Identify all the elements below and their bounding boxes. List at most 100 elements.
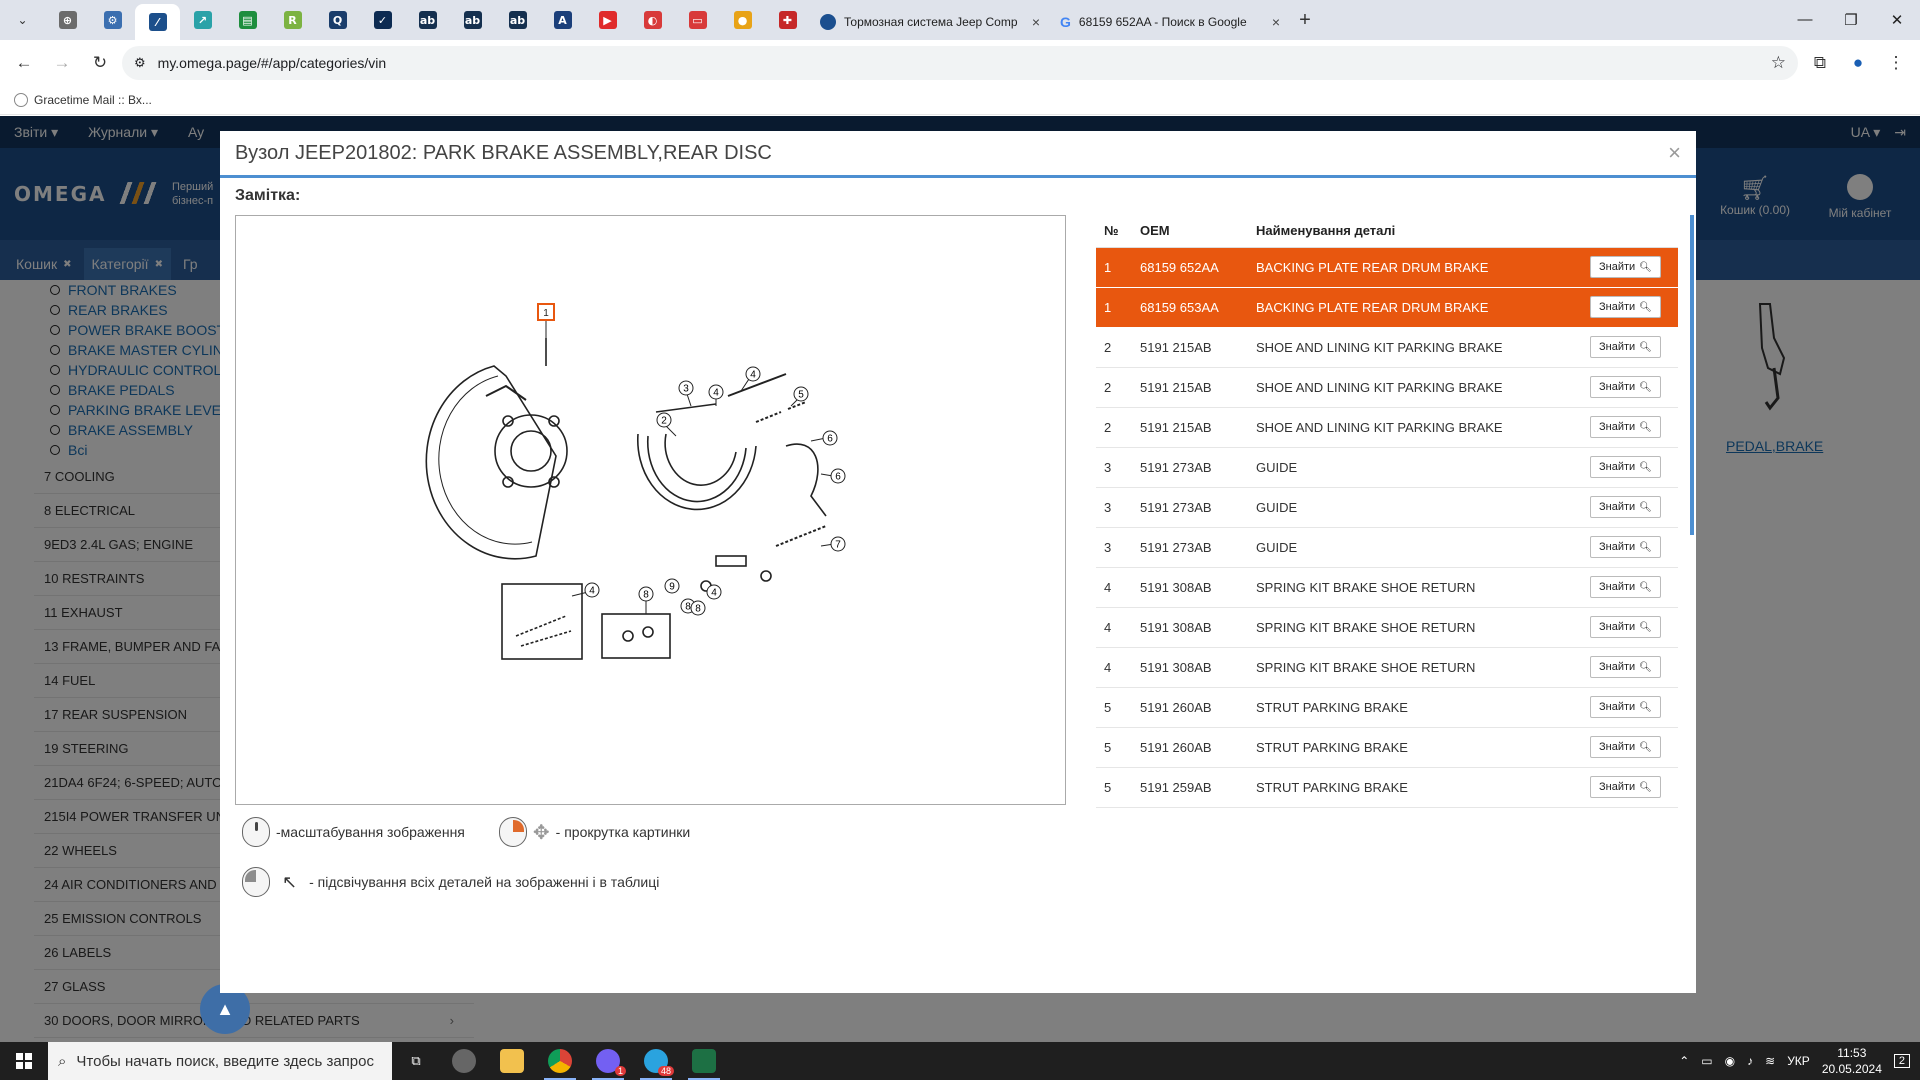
- pinned-tab[interactable]: ab: [495, 0, 540, 40]
- browser-tab[interactable]: Тормозная система Jeep Comp ×: [810, 4, 1050, 40]
- notifications-button[interactable]: 2: [1893, 1054, 1910, 1068]
- find-button[interactable]: Знайти 🔍︎: [1590, 296, 1661, 318]
- pinned-tab[interactable]: ⚙: [90, 0, 135, 40]
- network-icon[interactable]: ◉: [1725, 1054, 1735, 1068]
- taskbar-search[interactable]: ⌕ Чтобы начать поиск, введите здесь запр…: [48, 1042, 392, 1080]
- forward-button[interactable]: →: [46, 47, 78, 79]
- modal-scrollbar[interactable]: [1690, 215, 1694, 535]
- new-tab-button[interactable]: +: [1290, 9, 1320, 32]
- table-row[interactable]: 3 5191 273AB GUIDE Знайти 🔍︎: [1096, 447, 1678, 488]
- profile-icon[interactable]: ●: [1842, 47, 1874, 79]
- clock[interactable]: 11:53 20.05.2024: [1822, 1045, 1882, 1077]
- browser-tab[interactable]: G 68159 652AA - Поиск в Google ×: [1050, 4, 1290, 40]
- battery-icon[interactable]: ▭: [1701, 1054, 1712, 1068]
- modal-close-button[interactable]: ×: [1668, 140, 1681, 166]
- table-row[interactable]: 4 5191 308AB SPRING KIT BRAKE SHOE RETURN З…: [1096, 647, 1678, 688]
- backing-plate-drawing[interactable]: [425, 338, 568, 560]
- table-row[interactable]: 2 5191 215AB SHOE AND LINING KIT PARKING B…: [1096, 367, 1678, 408]
- callout-label[interactable]: 6: [835, 472, 841, 483]
- callout-label[interactable]: 6: [827, 434, 833, 445]
- bookmark-item[interactable]: Gracetime Mail :: Вх...: [34, 93, 152, 107]
- find-button[interactable]: Знайти 🔍︎: [1590, 616, 1661, 638]
- wifi-icon[interactable]: ≋: [1765, 1054, 1775, 1068]
- callout-label[interactable]: 4: [750, 370, 756, 381]
- close-icon[interactable]: ×: [1032, 14, 1040, 30]
- callout-label[interactable]: 4: [713, 388, 719, 399]
- find-button[interactable]: Знайти 🔍︎: [1590, 336, 1661, 358]
- pinned-tab[interactable]: ab: [450, 0, 495, 40]
- table-row[interactable]: 5 5191 260AB STRUT PARKING BRAKE Знайти 🔍︎: [1096, 727, 1678, 768]
- table-row[interactable]: 5 5191 259AB STRUT PARKING BRAKE Знайти 🔍︎: [1096, 767, 1678, 808]
- close-icon[interactable]: ×: [1272, 14, 1280, 30]
- language-indicator[interactable]: УКР: [1787, 1054, 1810, 1068]
- find-button[interactable]: Знайти 🔍︎: [1590, 496, 1661, 518]
- table-row[interactable]: 4 5191 308AB SPRING KIT BRAKE SHOE RETURN З…: [1096, 567, 1678, 608]
- table-row[interactable]: 3 5191 273AB GUIDE Знайти 🔍︎: [1096, 487, 1678, 528]
- callout-label[interactable]: 8: [685, 602, 691, 613]
- table-row-highlighted[interactable]: 1 68159 653AA BACKING PLATE REAR DRUM BRAK…: [1096, 287, 1678, 328]
- tray-chevron-icon[interactable]: ⌃: [1679, 1054, 1689, 1068]
- pinned-tab[interactable]: R: [270, 0, 315, 40]
- callout-label[interactable]: 8: [643, 590, 649, 601]
- table-row[interactable]: 2 5191 215AB SHOE AND LINING KIT PARKING B…: [1096, 327, 1678, 368]
- site-info-icon[interactable]: ⚙: [134, 55, 146, 71]
- task-view-button[interactable]: ⧉: [392, 1042, 440, 1080]
- volume-icon[interactable]: ♪: [1747, 1054, 1753, 1068]
- find-button[interactable]: Знайти 🔍︎: [1590, 416, 1661, 438]
- callout-label[interactable]: 2: [661, 416, 667, 427]
- pinned-tab[interactable]: ↗: [180, 0, 225, 40]
- pinned-tab[interactable]: ▶: [585, 0, 630, 40]
- find-button[interactable]: Знайти 🔍︎: [1590, 736, 1661, 758]
- restore-button[interactable]: ❐: [1828, 11, 1874, 29]
- table-row[interactable]: 5 5191 260AB STRUT PARKING BRAKE Знайти 🔍︎: [1096, 687, 1678, 728]
- pinned-tab[interactable]: A: [540, 0, 585, 40]
- callout-label[interactable]: 8: [695, 604, 701, 615]
- table-row[interactable]: 3 5191 273AB GUIDE Знайти 🔍︎: [1096, 527, 1678, 568]
- pinned-tab[interactable]: ●: [720, 0, 765, 40]
- pinned-tab[interactable]: ✓: [360, 0, 405, 40]
- chrome-button[interactable]: [536, 1042, 584, 1080]
- callout-label[interactable]: 1: [543, 308, 549, 319]
- find-button[interactable]: Знайти 🔍︎: [1590, 696, 1661, 718]
- brake-shoe-drawing[interactable]: [636, 373, 827, 592]
- table-row-highlighted[interactable]: 1 68159 652AA BACKING PLATE REAR DRUM BRAK…: [1096, 247, 1678, 288]
- close-window-button[interactable]: ✕: [1874, 11, 1920, 29]
- callout-label[interactable]: 4: [711, 588, 717, 599]
- pinned-tab-active[interactable]: ⁄: [135, 4, 180, 40]
- find-button[interactable]: Знайти 🔍︎: [1590, 576, 1661, 598]
- find-button[interactable]: Знайти 🔍︎: [1590, 656, 1661, 678]
- viber-button[interactable]: 1: [584, 1042, 632, 1080]
- menu-icon[interactable]: ⋮: [1880, 47, 1912, 79]
- callout-label[interactable]: 4: [589, 586, 595, 597]
- extensions-icon[interactable]: ⧉: [1804, 47, 1836, 79]
- excel-button[interactable]: [680, 1042, 728, 1080]
- pinned-tab[interactable]: ▭: [675, 0, 720, 40]
- start-button[interactable]: [0, 1053, 48, 1069]
- minimize-button[interactable]: —: [1782, 11, 1828, 29]
- pinned-tab[interactable]: ▤: [225, 0, 270, 40]
- pinned-tab[interactable]: ✚: [765, 0, 810, 40]
- find-button[interactable]: Знайти 🔍︎: [1590, 536, 1661, 558]
- pinned-tab[interactable]: ab: [405, 0, 450, 40]
- taskbar-app[interactable]: [440, 1042, 488, 1080]
- callout-label[interactable]: 5: [798, 390, 804, 401]
- tab-search-button[interactable]: ⌄: [0, 0, 45, 40]
- pinned-tab[interactable]: Q: [315, 0, 360, 40]
- file-explorer-button[interactable]: [488, 1042, 536, 1080]
- callout-label[interactable]: 7: [835, 540, 841, 551]
- bookmark-star-icon[interactable]: ☆: [1771, 53, 1786, 73]
- find-button[interactable]: Знайти 🔍︎: [1590, 256, 1661, 278]
- callout-label[interactable]: 3: [683, 384, 689, 395]
- address-bar[interactable]: ⚙ my.omega.page/#/app/categories/vin ☆: [122, 45, 1798, 80]
- table-row[interactable]: 2 5191 215AB SHOE AND LINING KIT PARKING B…: [1096, 407, 1678, 448]
- back-button[interactable]: ←: [8, 47, 40, 79]
- reload-button[interactable]: ↻: [84, 47, 116, 79]
- table-row[interactable]: 4 5191 308AB SPRING KIT BRAKE SHOE RETURN З…: [1096, 607, 1678, 648]
- telegram-button[interactable]: 48: [632, 1042, 680, 1080]
- pinned-tab[interactable]: ◐: [630, 0, 675, 40]
- find-button[interactable]: Знайти 🔍︎: [1590, 456, 1661, 478]
- parts-diagram[interactable]: 1 23445667488948: [235, 215, 1066, 805]
- pinned-tab[interactable]: ⊕: [45, 0, 90, 40]
- find-button[interactable]: Знайти 🔍︎: [1590, 376, 1661, 398]
- callout-label[interactable]: 9: [669, 582, 675, 593]
